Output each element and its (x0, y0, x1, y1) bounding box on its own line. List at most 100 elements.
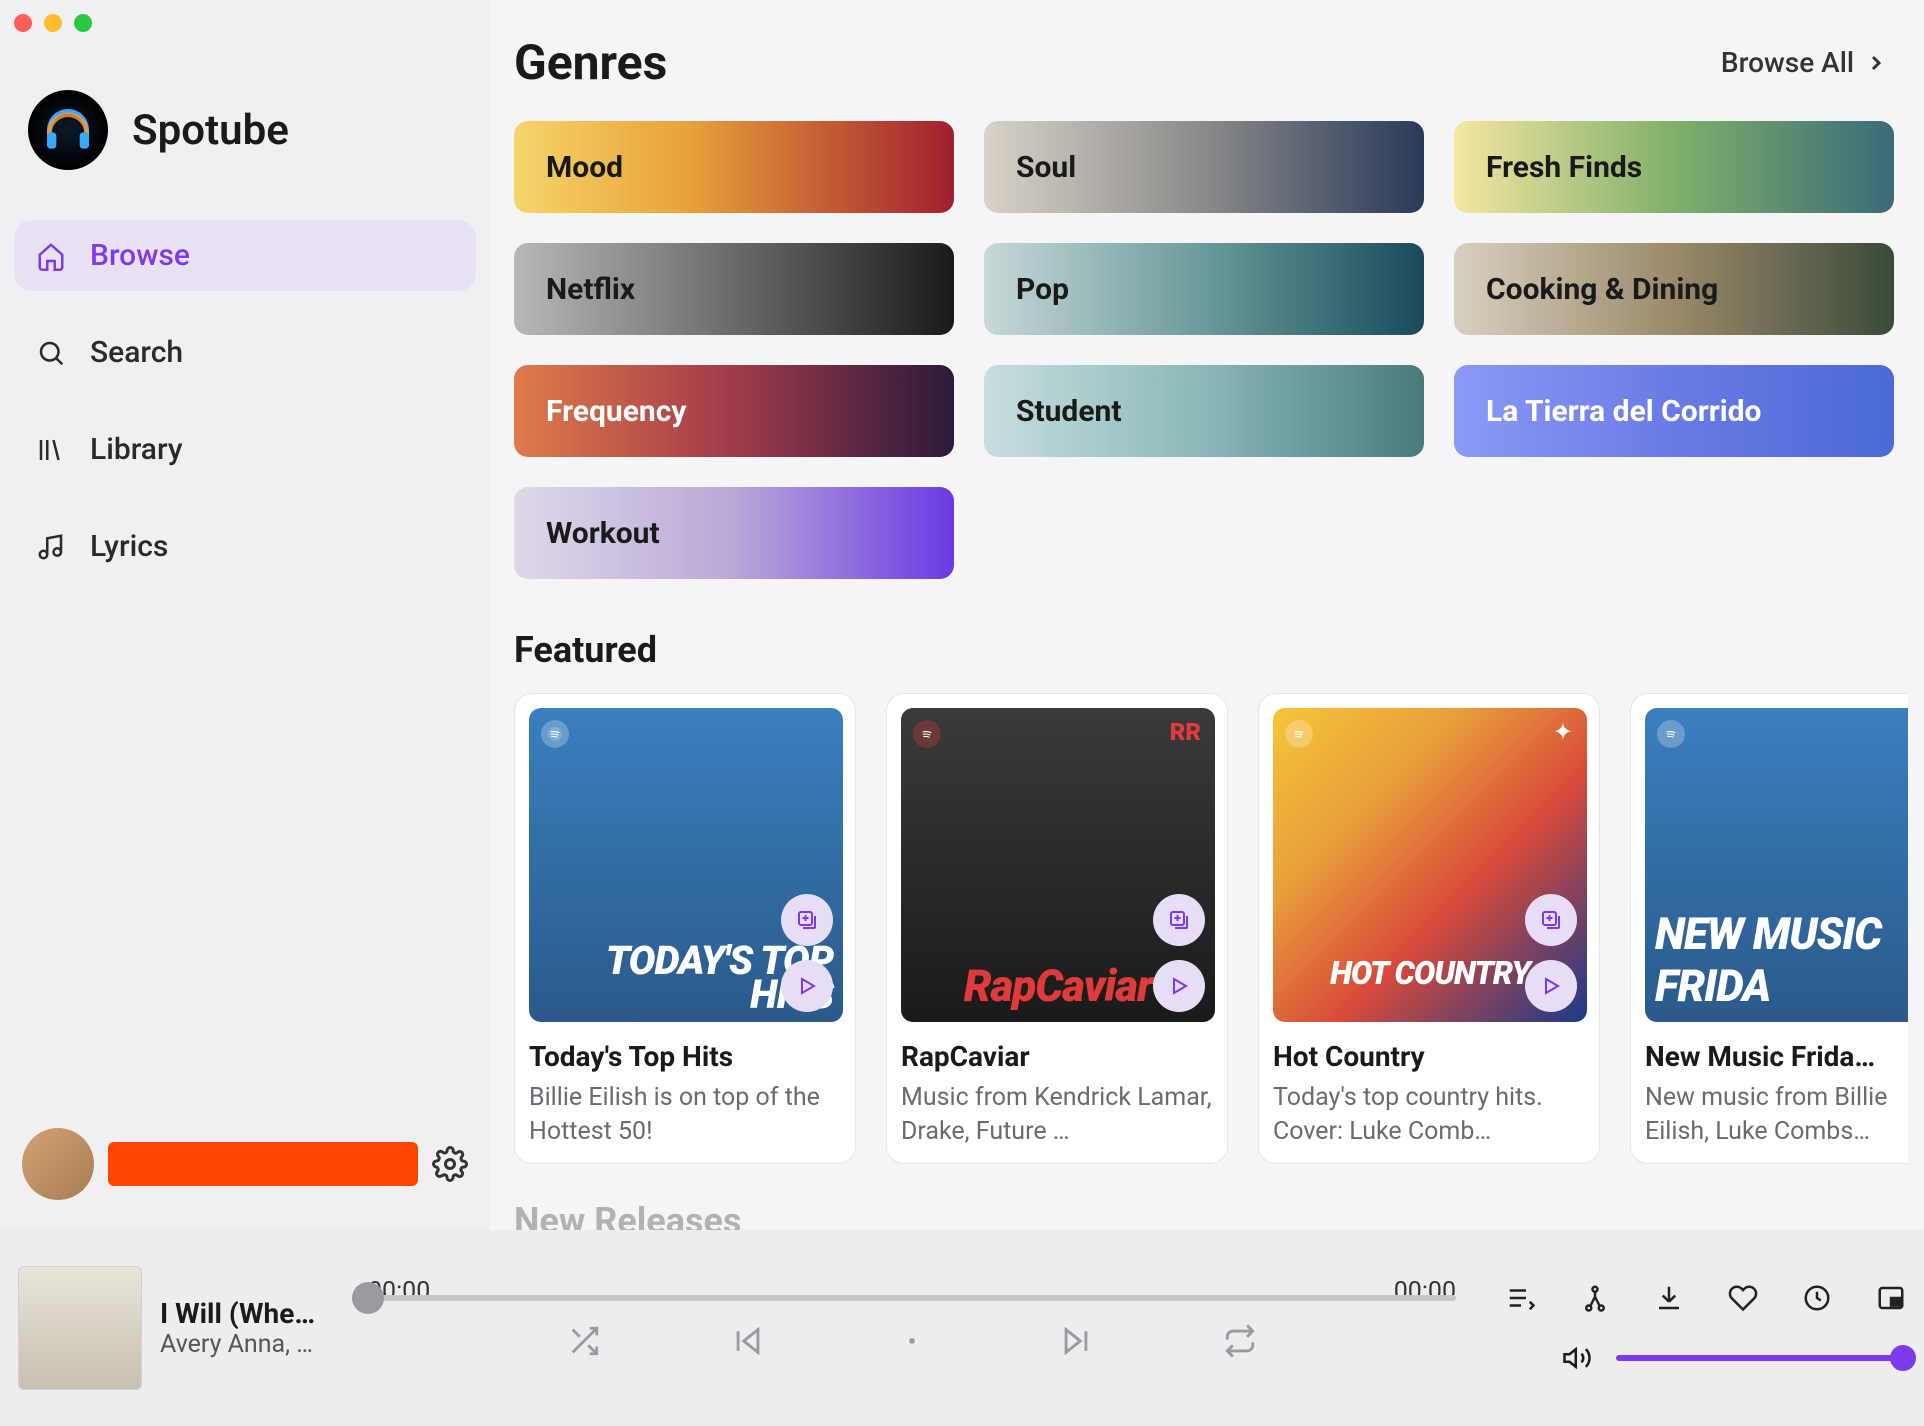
genre-tile-cooking-dining[interactable]: Cooking & Dining (1454, 243, 1894, 335)
play-button[interactable] (781, 960, 833, 1012)
star-icon: ✦ (1553, 718, 1573, 746)
genre-label: La Tierra del Corrido (1486, 394, 1761, 429)
add-to-library-button[interactable] (1153, 894, 1205, 946)
now-playing[interactable]: I Will (Whe… Avery Anna, … (18, 1266, 358, 1390)
featured-row[interactable]: TODAY'S TOP HITS Today's Top Hits Billie… (514, 693, 1908, 1164)
section-title-genres: Genres (514, 34, 667, 91)
progress-row (368, 1295, 1456, 1301)
genre-tile-mood[interactable]: Mood (514, 121, 954, 213)
previous-button[interactable] (731, 1324, 765, 1362)
player-actions (1506, 1283, 1906, 1313)
browse-all-link[interactable]: Browse All (1721, 46, 1888, 79)
user-avatar[interactable] (22, 1128, 94, 1200)
mini-player-icon[interactable] (1876, 1283, 1906, 1313)
sidebar-item-library[interactable]: Library (14, 414, 476, 485)
app-title: Spotube (132, 106, 289, 155)
player-center: 00:00 00:00 (358, 1295, 1466, 1362)
genre-tile-soul[interactable]: Soul (984, 121, 1424, 213)
genre-tile-netflix[interactable]: Netflix (514, 243, 954, 335)
add-to-library-button[interactable] (781, 894, 833, 946)
window-close[interactable] (14, 14, 32, 32)
genre-tile-frequency[interactable]: Frequency (514, 365, 954, 457)
playlist-description: New music from Billie Eilish, Luke Combs… (1645, 1081, 1908, 1149)
spotify-badge-icon (541, 720, 569, 748)
genre-tile-la-tierra[interactable]: La Tierra del Corrido (1454, 365, 1894, 457)
genre-tile-workout[interactable]: Workout (514, 487, 954, 579)
playlist-card[interactable]: ✦ HOT COUNTRY Hot Country Today's top co… (1258, 693, 1600, 1164)
now-playing-text: I Will (Whe… Avery Anna, … (160, 1297, 315, 1359)
sidebar-item-browse[interactable]: Browse (14, 220, 476, 291)
add-to-library-button[interactable] (1525, 894, 1577, 946)
queue-icon[interactable] (1506, 1283, 1536, 1313)
playlist-description: Billie Eilish is on top of the Hottest 5… (529, 1081, 841, 1149)
player-right (1466, 1283, 1906, 1373)
spotify-badge-icon (913, 720, 941, 748)
main-content: Genres Browse All Mood Soul Fresh Finds … (490, 0, 1924, 1230)
download-icon[interactable] (1654, 1283, 1684, 1313)
sidebar-item-label: Lyrics (90, 529, 168, 564)
search-icon (36, 338, 66, 368)
card-actions (781, 894, 833, 1012)
now-playing-art (18, 1266, 142, 1390)
user-name-redacted (108, 1142, 418, 1186)
heart-icon[interactable] (1728, 1283, 1758, 1313)
playlist-title: Hot Country (1273, 1040, 1585, 1073)
alternate-sources-icon[interactable] (1580, 1283, 1610, 1313)
volume-thumb[interactable] (1890, 1345, 1916, 1371)
play-button[interactable] (1525, 960, 1577, 1012)
shuffle-button[interactable] (567, 1324, 601, 1362)
chevron-right-icon (1864, 51, 1888, 75)
home-icon (36, 241, 66, 271)
genre-tile-student[interactable]: Student (984, 365, 1424, 457)
genre-label: Mood (546, 150, 623, 185)
progress-thumb[interactable] (352, 1282, 384, 1314)
genre-tile-pop[interactable]: Pop (984, 243, 1424, 335)
app-logo-icon (28, 90, 108, 170)
section-title-new-releases: New Releases (514, 1200, 1908, 1231)
sidebar-item-label: Library (90, 432, 183, 467)
sidebar-item-lyrics[interactable]: Lyrics (14, 511, 476, 582)
genre-label: Student (1016, 394, 1121, 429)
playlist-description: Music from Kendrick Lamar, Drake, Future… (901, 1081, 1213, 1149)
playlist-card[interactable]: TODAY'S TOP HITS Today's Top Hits Billie… (514, 693, 856, 1164)
genre-label: Pop (1016, 272, 1069, 307)
playlist-title: New Music Frida… (1645, 1040, 1908, 1073)
app-brand: Spotube (28, 90, 476, 170)
volume-slider[interactable] (1616, 1355, 1906, 1361)
sidebar: Spotube Browse Search Library Lyrics (0, 0, 490, 1230)
window-maximize[interactable] (74, 14, 92, 32)
genres-header: Genres Browse All (514, 34, 1908, 91)
playlist-description: Today's top country hits. Cover: Luke Co… (1273, 1081, 1585, 1149)
volume-icon[interactable] (1562, 1343, 1592, 1373)
play-button[interactable] (1153, 960, 1205, 1012)
settings-icon[interactable] (432, 1146, 468, 1182)
genre-tile-fresh-finds[interactable]: Fresh Finds (1454, 121, 1894, 213)
spotify-badge-icon (1657, 720, 1685, 748)
playlist-art: ✦ HOT COUNTRY (1273, 708, 1587, 1022)
playlist-art: RR RapCaviar (901, 708, 1215, 1022)
card-actions (1153, 894, 1205, 1012)
time-total: 00:00 (1386, 1277, 1456, 1306)
genre-label: Fresh Finds (1486, 150, 1642, 185)
music-note-icon (36, 532, 66, 562)
genre-label: Netflix (546, 272, 635, 307)
sidebar-item-search[interactable]: Search (14, 317, 476, 388)
progress-slider[interactable] (368, 1295, 1456, 1301)
transport-controls (567, 1324, 1257, 1362)
playlist-title: Today's Top Hits (529, 1040, 841, 1073)
sidebar-item-label: Browse (90, 238, 190, 273)
window-traffic-lights[interactable] (14, 14, 92, 32)
sidebar-nav: Browse Search Library Lyrics (14, 220, 476, 582)
repeat-button[interactable] (1223, 1324, 1257, 1362)
playlist-card[interactable]: NEW MUSIC FRIDA New Music Frida… New mus… (1630, 693, 1908, 1164)
sleep-timer-icon[interactable] (1802, 1283, 1832, 1313)
sidebar-item-label: Search (90, 335, 183, 370)
player-bar: I Will (Whe… Avery Anna, … 00:00 00:00 (0, 1230, 1924, 1426)
spotify-badge-icon (1285, 720, 1313, 748)
playlist-card[interactable]: RR RapCaviar RapCaviar Music from Kendri… (886, 693, 1228, 1164)
next-button[interactable] (1059, 1324, 1093, 1362)
window-minimize[interactable] (44, 14, 62, 32)
genre-label: Cooking & Dining (1486, 272, 1718, 307)
now-playing-artist: Avery Anna, … (160, 1330, 315, 1359)
play-pause-button[interactable] (895, 1324, 929, 1362)
